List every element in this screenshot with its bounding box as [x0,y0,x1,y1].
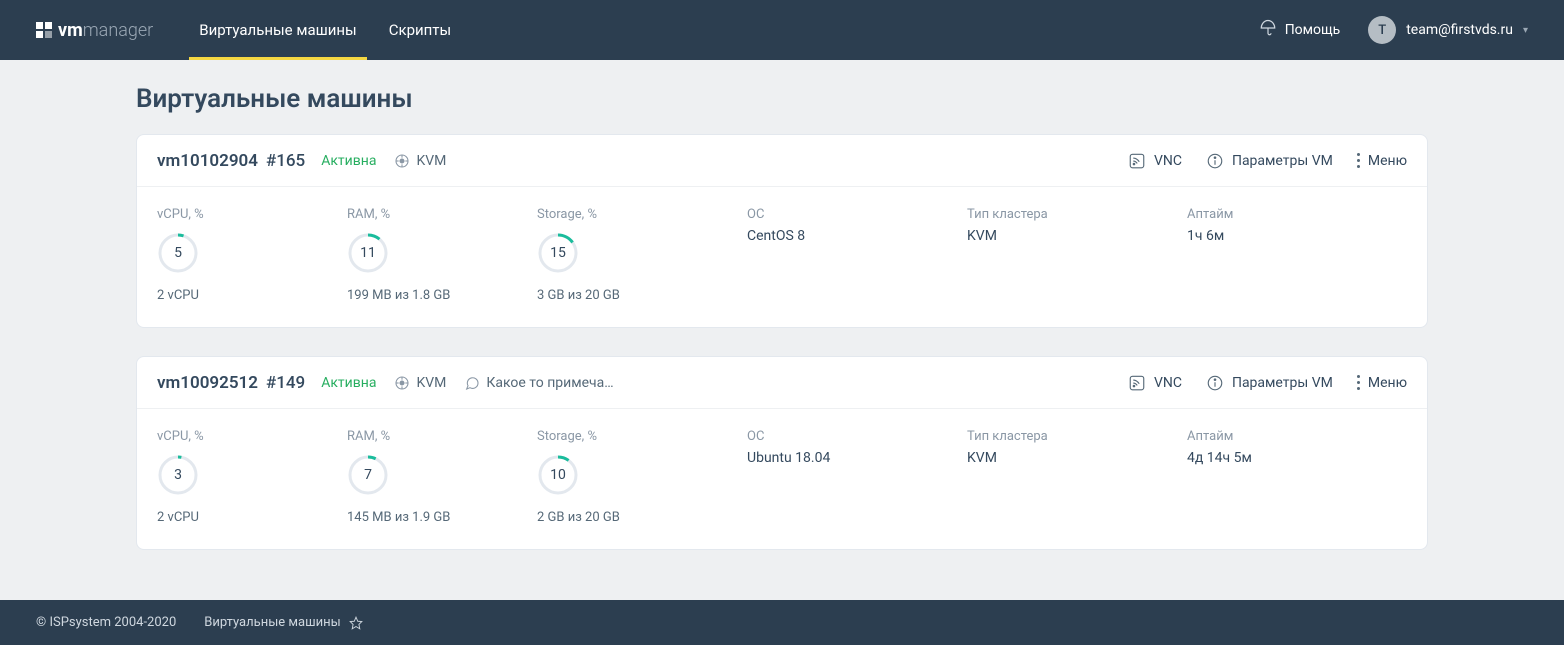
status-badge: Активна [321,153,376,169]
info-icon [1206,152,1224,170]
copyright: © ISPsystem 2004-2020 [36,615,176,630]
metric-sub: 2 vCPU [157,288,347,303]
logo-icon [36,22,52,38]
metric-label: Storage, % [537,429,727,444]
star-icon [349,616,363,630]
uptime-info: Аптайм 1ч 6м [1187,207,1407,303]
info-icon [1206,374,1224,392]
note-chip[interactable]: Какое то примеча… [464,375,613,391]
ram-metric: RAM, % 11 199 MB из 1.8 GB [347,207,537,303]
logo[interactable]: vmmanager [36,20,153,41]
metric-sub: 199 MB из 1.8 GB [347,288,537,303]
cluster-info: Тип кластера KVM [967,207,1187,303]
umbrella-icon [1259,19,1277,41]
vnc-icon [1128,374,1146,392]
footer: © ISPsystem 2004-2020 Виртуальные машины [0,600,1564,645]
metric-label: RAM, % [347,207,537,222]
vm-card-header: vm10102904 #165 Активна KVM VNC Параметр… [137,135,1427,187]
params-button[interactable]: Параметры VM [1206,152,1333,170]
vm-id: #149 [266,373,305,393]
gauge: 11 [347,232,389,274]
help-button[interactable]: Помощь [1259,19,1341,41]
comment-icon [464,375,480,391]
metric-sub: 145 MB из 1.9 GB [347,510,537,525]
menu-button[interactable]: Меню [1357,153,1407,169]
vnc-button[interactable]: VNC [1128,374,1182,392]
gauge: 3 [157,454,199,496]
metric-label: vCPU, % [157,429,347,444]
menu-button[interactable]: Меню [1357,375,1407,391]
chip-icon [394,153,410,169]
metric-label: vCPU, % [157,207,347,222]
metric-label: RAM, % [347,429,537,444]
vnc-button[interactable]: VNC [1128,152,1182,170]
cluster-info: Тип кластера KVM [967,429,1187,525]
vm-card: vm10102904 #165 Активна KVM VNC Параметр… [136,134,1428,328]
params-button[interactable]: Параметры VM [1206,374,1333,392]
footer-breadcrumb[interactable]: Виртуальные машины [204,615,362,630]
os-info: ОС Ubuntu 18.04 [747,429,967,525]
avatar: T [1368,16,1396,44]
vm-card-header: vm10092512 #149 Активна KVM Какое то при… [137,357,1427,409]
vm-name[interactable]: vm10092512 [157,373,258,393]
more-vertical-icon [1357,153,1360,168]
metric-label: Storage, % [537,207,727,222]
metric-sub: 3 GB из 20 GB [537,288,727,303]
nav-tab-vms[interactable]: Виртуальные машины [189,0,366,60]
help-label: Помощь [1285,22,1341,38]
chip-icon [394,375,410,391]
chevron-down-icon: ▾ [1523,25,1528,36]
status-badge: Активна [321,375,376,391]
vnc-icon [1128,152,1146,170]
vm-id: #165 [266,151,305,171]
metric-sub: 2 GB из 20 GB [537,510,727,525]
metric-sub: 2 vCPU [157,510,347,525]
page-title: Виртуальные машины [136,84,1428,114]
nav-tab-scripts[interactable]: Скрипты [379,0,461,60]
vcpu-metric: vCPU, % 3 2 vCPU [157,429,347,525]
user-menu[interactable]: T team@firstvds.ru ▾ [1368,16,1528,44]
more-vertical-icon [1357,375,1360,390]
vm-name[interactable]: vm10102904 [157,151,258,171]
gauge: 15 [537,232,579,274]
virt-chip: KVM [394,375,446,391]
storage-metric: Storage, % 15 3 GB из 20 GB [537,207,727,303]
main-content: Виртуальные машины vm10102904 #165 Актив… [0,60,1564,600]
vm-card: vm10092512 #149 Активна KVM Какое то при… [136,356,1428,550]
os-info: ОС CentOS 8 [747,207,967,303]
uptime-info: Аптайм 4д 14ч 5м [1187,429,1407,525]
logo-text: vmmanager [58,20,153,41]
main-nav: Виртуальные машины Скрипты [189,0,473,60]
virt-chip: KVM [394,153,446,169]
ram-metric: RAM, % 7 145 MB из 1.9 GB [347,429,537,525]
user-email: team@firstvds.ru [1406,22,1513,38]
vcpu-metric: vCPU, % 5 2 vCPU [157,207,347,303]
app-header: vmmanager Виртуальные машины Скрипты Пом… [0,0,1564,60]
gauge: 10 [537,454,579,496]
gauge: 5 [157,232,199,274]
storage-metric: Storage, % 10 2 GB из 20 GB [537,429,727,525]
gauge: 7 [347,454,389,496]
